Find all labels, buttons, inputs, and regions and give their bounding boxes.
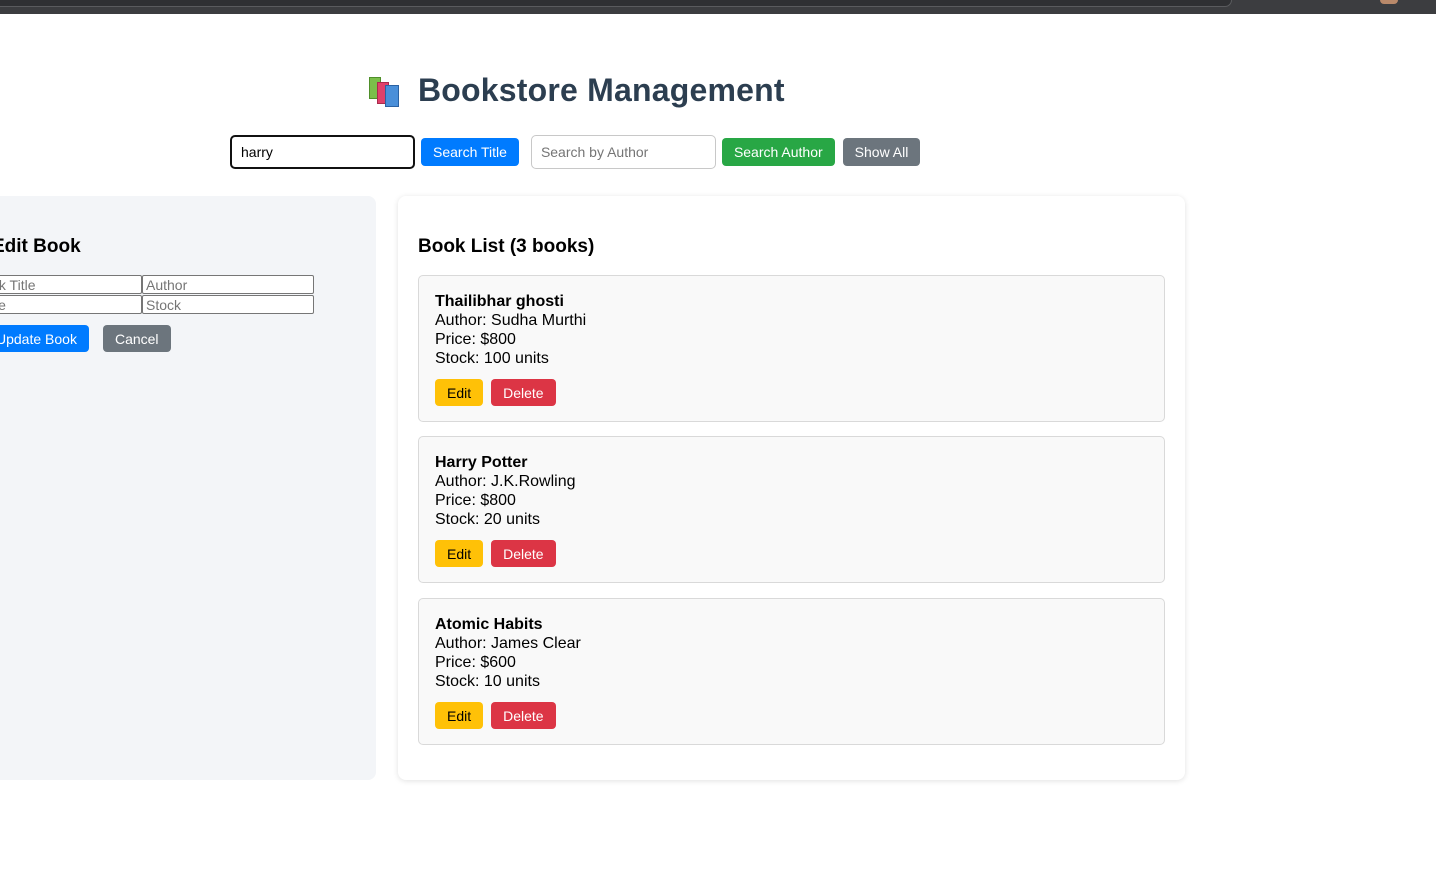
show-all-button[interactable]: Show All: [842, 138, 921, 166]
book-stock: Stock: 20 units: [435, 511, 540, 528]
book-price: Price: $800: [435, 492, 516, 509]
search-title-input[interactable]: [230, 135, 415, 169]
book-card: Atomic Habits Author: James Clear Price:…: [418, 598, 1165, 745]
edit-book-button[interactable]: Edit: [435, 540, 484, 567]
update-book-button[interactable]: Update Book: [0, 325, 89, 352]
book-actions: Edit Delete: [435, 540, 1148, 567]
book-card: Thailibhar ghosti Author: Sudha Murthi P…: [418, 275, 1165, 422]
edit-book-actions: Update Book Cancel: [0, 325, 171, 352]
book-actions: Edit Delete: [435, 379, 1148, 406]
browser-chrome-strip: [0, 0, 1436, 14]
book-price: Price: $600: [435, 654, 516, 671]
book-actions: Edit Delete: [435, 702, 1148, 729]
book-list-heading: Book List (3 books): [418, 236, 595, 257]
edit-book-button[interactable]: Edit: [435, 702, 484, 729]
book-stock: Stock: 100 units: [435, 350, 549, 367]
price-field[interactable]: [0, 295, 142, 314]
cancel-button[interactable]: Cancel: [102, 325, 171, 352]
search-author-button[interactable]: Search Author: [721, 138, 835, 166]
book-price: Price: $800: [435, 331, 516, 348]
book-list-panel: Book List (3 books) Thailibhar ghosti Au…: [398, 196, 1185, 780]
edit-book-panel: Edit Book Update Book Cancel: [0, 196, 376, 780]
edit-book-fields: [0, 275, 314, 314]
book-stock: Stock: 10 units: [435, 673, 540, 690]
delete-book-button[interactable]: Delete: [491, 702, 556, 729]
browser-tab-edge: [0, 0, 1232, 7]
edit-book-heading: Edit Book: [0, 236, 81, 257]
author-field[interactable]: [142, 275, 314, 294]
page-title: Bookstore Management: [418, 71, 785, 108]
delete-book-button[interactable]: Delete: [491, 540, 556, 567]
book-author: Author: Sudha Murthi: [435, 312, 587, 329]
book-title-field[interactable]: [0, 275, 142, 294]
book-card: Harry Potter Author: J.K.Rowling Price: …: [418, 436, 1165, 583]
book-title: Harry Potter: [435, 454, 528, 471]
stock-field[interactable]: [142, 295, 314, 314]
book-author: Author: James Clear: [435, 635, 581, 652]
delete-book-button[interactable]: Delete: [491, 379, 556, 406]
page-header: Bookstore Management: [366, 68, 785, 112]
search-bar: Search Title Search Author Show All: [230, 135, 921, 169]
profile-avatar-icon[interactable]: [1380, 0, 1398, 4]
book-title: Thailibhar ghosti: [435, 293, 564, 310]
book-author: Author: J.K.Rowling: [435, 473, 576, 490]
search-title-button[interactable]: Search Title: [421, 138, 519, 166]
books-icon: [366, 71, 404, 109]
book-title: Atomic Habits: [435, 616, 543, 633]
search-author-input[interactable]: [530, 135, 716, 169]
edit-book-button[interactable]: Edit: [435, 379, 484, 406]
